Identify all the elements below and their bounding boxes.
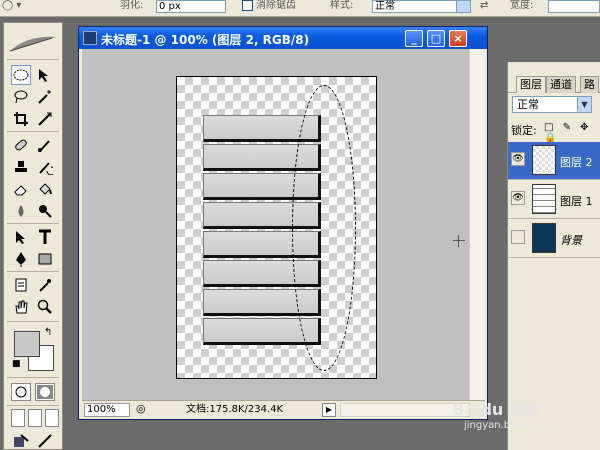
- layer-row-background[interactable]: 背景: [508, 220, 600, 258]
- eraser-tool-icon[interactable]: [11, 179, 31, 199]
- zoom-tool-icon[interactable]: [35, 297, 55, 317]
- antialias-checkbox[interactable]: [242, 0, 253, 11]
- slice-tool-icon[interactable]: [35, 109, 55, 129]
- photoshop-document-icon: [83, 31, 97, 45]
- toolbox-divider: [7, 321, 59, 322]
- width-label: 宽度:: [510, 0, 534, 11]
- lock-label: 锁定:: [511, 124, 537, 137]
- status-menu-arrow-icon[interactable]: ▶: [322, 403, 336, 417]
- ready-icon[interactable]: [35, 431, 55, 450]
- document-size-info: 文档:175.8K/234.4K: [186, 404, 284, 415]
- history-brush-tool-icon[interactable]: [35, 157, 55, 177]
- magic-wand-tool-icon[interactable]: [35, 87, 55, 107]
- minimize-button[interactable]: _: [405, 30, 423, 47]
- lock-options-icon[interactable]: □ ✎ ✥ 🔒: [544, 122, 600, 144]
- type-tool-icon[interactable]: [35, 227, 55, 247]
- chevron-down-icon[interactable]: ▼: [577, 97, 591, 112]
- toolbox: ↰ ■: [3, 22, 63, 450]
- layer-row-layer1[interactable]: 👁 图层 1: [508, 181, 600, 219]
- eyedropper-tool-icon[interactable]: [35, 275, 55, 295]
- toolbox-divider: [7, 271, 59, 272]
- document-title: 未标题-1 @ 100% (图层 2, RGB/8): [101, 33, 310, 47]
- toolbox-divider: [7, 59, 59, 60]
- antialias-label: 消除锯齿: [256, 0, 296, 11]
- tab-channels[interactable]: 通道: [546, 76, 576, 93]
- standard-mode-icon[interactable]: [11, 383, 31, 401]
- toolbox-divider: [7, 405, 59, 406]
- foreground-color-swatch[interactable]: [14, 331, 40, 357]
- document-title-bar[interactable]: 未标题-1 @ 100% (图层 2, RGB/8) _ □ ×: [79, 27, 487, 49]
- crosshair-cursor-icon: [453, 235, 465, 247]
- feather-logo-icon: [9, 36, 56, 52]
- visibility-toggle[interactable]: [511, 230, 525, 244]
- canvas-area[interactable]: [82, 49, 469, 400]
- layer-name: 图层 2: [560, 156, 593, 169]
- feather-input[interactable]: 0 px: [156, 0, 226, 13]
- marquee-shape-icon[interactable]: ◯ ▾: [2, 0, 21, 11]
- notes-tool-icon[interactable]: [11, 275, 31, 295]
- healing-brush-tool-icon[interactable]: [11, 135, 31, 155]
- layer-thumbnail: [532, 184, 556, 214]
- standard-screen-mode-icon[interactable]: [11, 409, 25, 427]
- full-screen-mode-icon[interactable]: [45, 409, 59, 427]
- blur-tool-icon[interactable]: [11, 201, 31, 221]
- dodge-tool-icon[interactable]: [35, 201, 55, 221]
- toolbox-divider: [7, 377, 59, 378]
- layers-panel: 图层 通道 路 正常 ▼ 锁定: □ ✎ ✥ 🔒 👁 图层 2 👁 图层 1 背…: [507, 62, 600, 450]
- tab-layers[interactable]: 图层: [516, 76, 546, 93]
- tab-paths[interactable]: 路: [580, 76, 599, 93]
- toolbox-divider: [7, 131, 59, 132]
- canvas-document[interactable]: [176, 76, 377, 379]
- default-colors-icon[interactable]: ■: [12, 359, 21, 369]
- elliptical-selection: [292, 85, 356, 371]
- layer-row-layer2[interactable]: 👁 图层 2: [508, 142, 600, 180]
- blend-mode-select[interactable]: 正常 ▼: [512, 96, 592, 113]
- document-window: 未标题-1 @ 100% (图层 2, RGB/8) _ □ × 100% ◎ …: [78, 26, 488, 420]
- hand-tool-icon[interactable]: [11, 297, 31, 317]
- status-options-icon[interactable]: ◎: [136, 402, 146, 415]
- horizontal-scrollbar[interactable]: [340, 403, 470, 417]
- vertical-scrollbar[interactable]: [469, 49, 485, 400]
- path-selection-tool-icon[interactable]: [11, 227, 31, 247]
- quick-mask-mode-icon[interactable]: [35, 383, 55, 401]
- status-bar: 100% ◎ 文档:175.8K/234.4K ▶: [82, 400, 485, 418]
- layer-name: 图层 1: [560, 195, 593, 208]
- style-dropdown-arrow[interactable]: [456, 0, 471, 13]
- zoom-level-field[interactable]: 100%: [84, 403, 130, 417]
- layer-name: 背景: [560, 234, 582, 247]
- eye-icon[interactable]: 👁: [511, 152, 525, 166]
- full-screen-menu-mode-icon[interactable]: [28, 409, 42, 427]
- move-tool-icon[interactable]: [35, 65, 55, 85]
- jump-to-imageready-icon[interactable]: [11, 431, 31, 450]
- rectangle-tool-icon[interactable]: [35, 249, 55, 269]
- elliptical-marquee-tool-icon[interactable]: [11, 65, 31, 85]
- layer-thumbnail: [532, 223, 556, 253]
- watermark-logo: Baidu 经验: [452, 400, 541, 419]
- width-input[interactable]: [548, 0, 600, 13]
- layer-thumbnail: [532, 145, 556, 175]
- maximize-button[interactable]: □: [427, 30, 445, 47]
- toolbox-divider: [7, 223, 59, 224]
- close-button[interactable]: ×: [449, 30, 467, 47]
- blend-mode-value: 正常: [517, 98, 539, 111]
- brush-tool-icon[interactable]: [35, 135, 55, 155]
- watermark-url: jingyan.baidu.com: [464, 420, 557, 431]
- swap-colors-icon[interactable]: ↰: [44, 327, 52, 338]
- paint-bucket-tool-icon[interactable]: [35, 179, 55, 199]
- clone-stamp-tool-icon[interactable]: [11, 157, 31, 177]
- pen-tool-icon[interactable]: [11, 249, 31, 269]
- options-bar: ◯ ▾ 羽化: 0 px 消除锯齿 样式: 正常 ⇄ 宽度:: [0, 0, 600, 17]
- style-label: 样式:: [330, 0, 354, 11]
- eye-icon[interactable]: 👁: [511, 191, 525, 205]
- lasso-tool-icon[interactable]: [11, 87, 31, 107]
- feather-label: 羽化:: [120, 0, 144, 11]
- swap-icon[interactable]: ⇄: [480, 0, 488, 11]
- crop-tool-icon[interactable]: [11, 109, 31, 129]
- layers-panel-tabs: 图层 通道 路: [508, 76, 600, 93]
